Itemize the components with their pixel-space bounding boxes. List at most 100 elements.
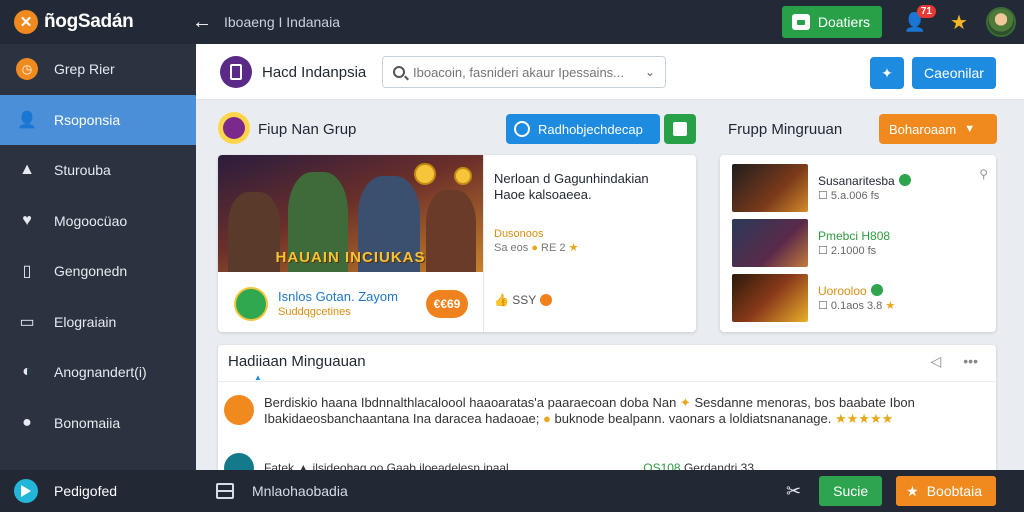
card-icon: ▭ (19, 313, 35, 331)
news-item[interactable]: Berdiskio haana Ibdnnalthlacaloool haaoa… (224, 395, 954, 427)
store-icon (791, 14, 810, 30)
page-title: Hacd Indanpsia (262, 64, 367, 81)
notification-badge: 71 (916, 5, 936, 18)
bottom-mid-item[interactable]: Mnlaohaobadia (216, 483, 348, 499)
shield-icon: ♥ (22, 211, 32, 229)
megaphone-icon[interactable]: ◁ (931, 353, 942, 370)
play-icon (14, 479, 38, 503)
boobtaia-button[interactable]: ★ Boobtaia (896, 476, 996, 506)
bottom-mid-label: Mnlaohaobadia (252, 483, 348, 499)
sidebar-item-label: Gengonedn (54, 263, 128, 280)
search-box[interactable]: ⌄ (382, 56, 666, 88)
brand[interactable]: ✕ ñogSadán (0, 10, 196, 34)
sidebar-item-grep-rier[interactable]: ◷ Grep Rier (0, 44, 196, 95)
coin-icon (454, 167, 472, 185)
sidebar-item-mogoocuao[interactable]: ♥ Mogoocüao (0, 196, 196, 247)
meta-line: Dusonoos (494, 228, 544, 240)
news-title: Hadiiaan Minguauan (228, 353, 366, 370)
sidebar-item-elograiain[interactable]: ▭ Elograiain (0, 297, 196, 348)
user-icon: 👤 (17, 111, 37, 129)
section-left-check-button[interactable] (664, 114, 696, 144)
list-item-name: Uorooloo (818, 283, 867, 298)
chevron-down-icon: ▼ (964, 123, 976, 135)
sidebar-item-label: Rsoponsia (54, 111, 121, 128)
featured-game-row[interactable]: Isnlos Gotan. Zayom Suddqgcetines (234, 287, 398, 321)
user-avatar[interactable] (986, 7, 1016, 37)
rating-stars: ★★★★★ (835, 411, 894, 426)
game-subtitle: Suddqgcetines (278, 306, 351, 318)
thumbs-up-icon: 👍 (494, 293, 509, 307)
bottom-bar: Pedigofed Mnlaohaobadia ✂ Sucie ★ Boobta… (0, 470, 1024, 512)
like-count: SSY (512, 293, 537, 307)
main-header: Hacd Indanpsia ⌄ ✦ Caeonilar (196, 44, 1024, 100)
description-line: Haoe kalsoaeea. (494, 187, 592, 202)
game-thumbnail (732, 164, 808, 212)
sidebar-item-bonomaiia[interactable]: ● Bonomaiia (0, 398, 196, 449)
featured-card[interactable]: HAUAIN INCIUKAS Isnlos Gotan. Zayom Sudd… (218, 155, 696, 332)
info-icon (514, 121, 530, 137)
game-thumbnail (732, 219, 808, 267)
section-right-title: Frupp Mingruuan (728, 121, 843, 138)
sidebar: ◷ Grep Rier 👤 Rsoponsia ▲ Sturouba ♥ Mog… (0, 44, 196, 470)
pin-icon[interactable]: ⚲ (979, 167, 988, 181)
sidebar-item-gengonedn[interactable]: ▯ Gengonedn (0, 246, 196, 297)
document-icon: ▯ (22, 263, 32, 281)
sidebar-item-label: Anognandert(i) (54, 364, 147, 381)
support-icon: ◐ (22, 363, 32, 381)
back-arrow-icon[interactable]: ← (188, 11, 216, 34)
doatiers-button[interactable]: Doatiers (781, 6, 882, 38)
sidebar-item-label: Elograiain (54, 313, 117, 330)
brand-logo-icon: ✕ (14, 10, 38, 34)
like-row[interactable]: 👍 SSY (494, 293, 553, 307)
list-item-name: Susanaritesba (818, 173, 895, 188)
verified-icon (870, 283, 883, 296)
sucie-button[interactable]: Sucie (819, 476, 883, 506)
news-text: Berdiskio haana Ibdnnalthlacaloool haaoa… (264, 395, 677, 410)
sidebar-item-sturouba[interactable]: ▲ Sturouba (0, 145, 196, 196)
phone-icon (220, 56, 252, 88)
search-input[interactable] (413, 64, 625, 80)
chevron-down-icon[interactable]: ⌄ (645, 65, 655, 79)
description-line: Nerloan d Gagunhindakian (494, 171, 649, 186)
section-right-button-label: Boharoaam (889, 121, 957, 137)
section-right-button[interactable]: Boharoaam ▼ (879, 114, 997, 144)
hero-title: HAUAIN INCIUKAS (275, 249, 426, 266)
price-button[interactable]: €€69 (426, 290, 468, 318)
news-item-icon (224, 395, 254, 425)
search-icon (393, 66, 405, 78)
boobtaia-label: Boobtaia (926, 483, 982, 499)
game-icon (234, 287, 268, 321)
news-text: buknode bealpann. (554, 411, 666, 426)
featured-description: Nerloan d Gagunhindakian Haoe kalsoaeea. (494, 171, 684, 203)
bottom-left-label: Pedigofed (54, 483, 118, 499)
list-item-name: Pmebci H808 (818, 228, 891, 243)
notification-button[interactable]: 👤 71 (900, 5, 936, 37)
share-button[interactable]: ✦ (870, 57, 904, 89)
section-left-button[interactable]: Radhobjechdecap (506, 114, 660, 144)
game-thumbnail (732, 274, 808, 322)
sidebar-item-rsoponsia[interactable]: 👤 Rsoponsia (0, 94, 196, 145)
bottom-left-item[interactable]: Pedigofed (0, 479, 196, 503)
group-icon (218, 112, 250, 144)
list-item-meta: 5.a.006 fs (830, 189, 880, 202)
sidebar-item-label: Sturouba (54, 162, 111, 179)
app-name: ñogSadán (44, 11, 134, 32)
list-item[interactable]: Uorooloo ☐ 0.1aos 3.8 ★ (732, 273, 988, 323)
top-bar: ✕ ñogSadán ← Iboaeng I Indanaia Doatiers… (0, 0, 1024, 44)
list-item-meta: 2.1000 fs (830, 244, 877, 257)
trophy-icon[interactable]: ★ (944, 7, 974, 37)
sidebar-item-anognandert[interactable]: ◐ Anognandert(i) (0, 347, 196, 398)
featured-meta: Dusonoos Sa eos ● RE 2 ★ (494, 228, 579, 254)
list-item[interactable]: Pmebci H808 ☐ 2.1000 fs (732, 218, 988, 268)
list-item[interactable]: Susanaritesba ☐ 5.a.006 fs ⚲ (732, 163, 988, 213)
clock-icon: ◷ (16, 58, 38, 81)
chat-icon: ● (22, 413, 32, 431)
more-icon[interactable]: ••• (963, 353, 978, 370)
sidebar-item-label: Mogoocüao (54, 212, 128, 229)
hat-icon: ▲ (19, 161, 35, 179)
caeonilar-button[interactable]: Caeonilar (912, 57, 996, 89)
divider (218, 381, 996, 382)
news-text: Ibakidaeosbanchaantana Ina daracea hadao… (264, 411, 540, 426)
featured-hero-image[interactable]: HAUAIN INCIUKAS (218, 155, 483, 272)
tools-icon[interactable]: ✂ (786, 481, 801, 502)
